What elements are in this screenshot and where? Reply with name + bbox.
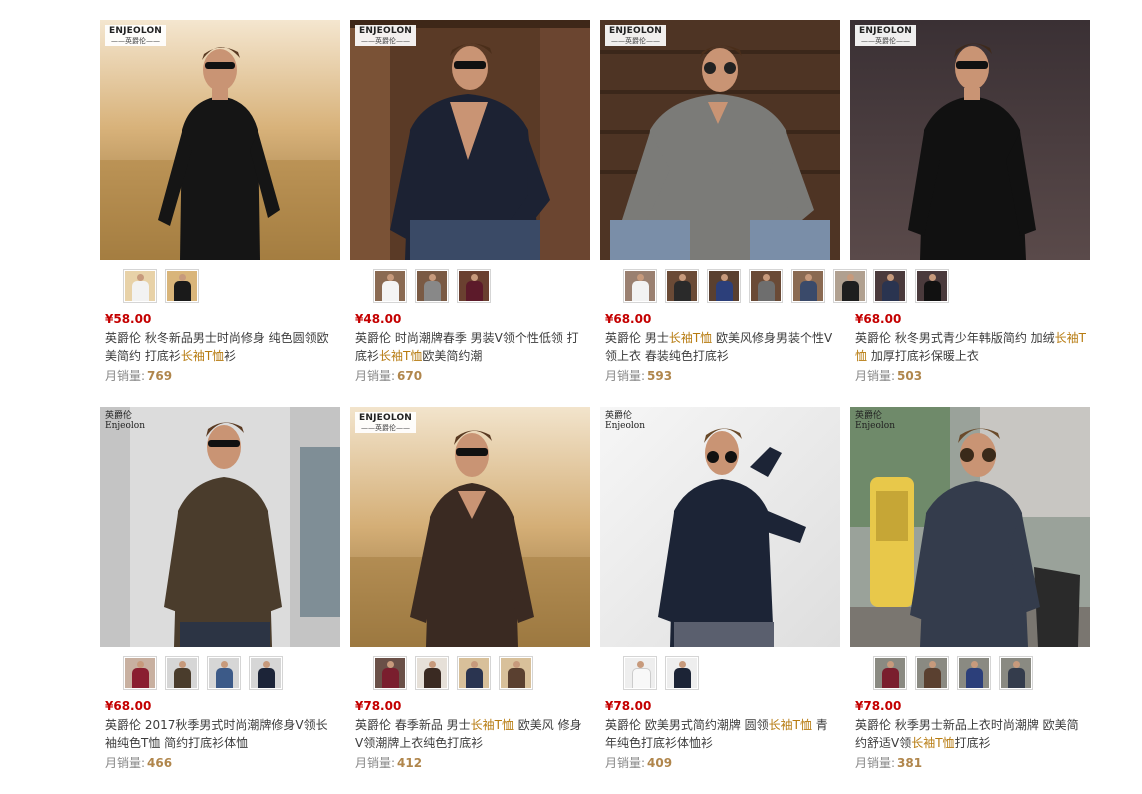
monthly-sales: 月销量: 503: [855, 369, 923, 383]
brand-logo: 英爵伦 Enjeolon: [855, 411, 895, 431]
color-swatch[interactable]: [123, 656, 157, 690]
color-swatch[interactable]: [249, 656, 283, 690]
brand-logo: ENJEOLON ——英爵伦——: [355, 25, 417, 46]
color-swatch[interactable]: [665, 656, 699, 690]
product-card: ENJEOLON ——英爵伦—— ¥68.00 英爵伦 男士长袖T恤 欧美风修身…: [600, 20, 867, 407]
product-price: ¥78.00: [605, 699, 652, 713]
product-title[interactable]: 英爵伦 男士长袖T恤 欧美风修身男装个性V领上衣 春装纯色打底衫: [605, 329, 837, 365]
monthly-sales: 月销量: 412: [355, 756, 423, 770]
product-price: ¥78.00: [355, 699, 402, 713]
brand-logo: 英爵伦 Enjeolon: [605, 411, 645, 431]
color-swatch[interactable]: [457, 269, 491, 303]
monthly-sales: 月销量: 593: [605, 369, 673, 383]
brand-logo: 英爵伦 Enjeolon: [105, 411, 145, 431]
product-image[interactable]: ENJEOLON ——英爵伦——: [600, 20, 840, 260]
monthly-sales: 月销量: 670: [355, 369, 423, 383]
color-swatches: [100, 269, 340, 303]
color-swatch[interactable]: [499, 656, 533, 690]
product-card: ENJEOLON ——英爵伦—— ¥78.00 英爵伦 春季新品 男士长袖T恤 …: [350, 407, 590, 794]
product-image[interactable]: ENJEOLON ——英爵伦——: [850, 20, 1090, 260]
color-swatches: [350, 656, 590, 690]
product-image[interactable]: ENJEOLON ——英爵伦——: [350, 20, 590, 260]
monthly-sales: 月销量: 381: [855, 756, 923, 770]
color-swatch[interactable]: [791, 269, 825, 303]
color-swatches: [600, 269, 867, 303]
brand-logo: ENJEOLON ——英爵伦——: [605, 25, 667, 46]
product-image[interactable]: 英爵伦 Enjeolon: [600, 407, 840, 647]
product-title[interactable]: 英爵伦 2017秋季男式时尚潮牌修身V领长袖纯色T恤 简约打底衫体恤: [105, 716, 337, 752]
color-swatches: [600, 656, 840, 690]
product-price: ¥58.00: [105, 312, 152, 326]
color-swatch[interactable]: [999, 656, 1033, 690]
color-swatch[interactable]: [873, 269, 907, 303]
product-title[interactable]: 英爵伦 秋冬男式青少年韩版简约 加绒长袖T恤 加厚打底衫保暖上衣: [855, 329, 1087, 365]
product-grid: ENJEOLON ——英爵伦—— ¥58.00 英爵伦 秋冬新品男士时尚修身 纯…: [100, 20, 1090, 794]
product-title[interactable]: 英爵伦 欧美男式简约潮牌 圆领长袖T恤 青年纯色打底衫体恤衫: [605, 716, 837, 752]
monthly-sales: 月销量: 409: [605, 756, 673, 770]
color-swatch[interactable]: [623, 656, 657, 690]
product-card: ENJEOLON ——英爵伦—— ¥68.00 英爵伦 秋冬男式青少年韩版简约 …: [850, 20, 1090, 407]
brand-logo: ENJEOLON ——英爵伦——: [355, 412, 417, 433]
product-card: ENJEOLON ——英爵伦—— ¥48.00 英爵伦 时尚潮牌春季 男装V领个…: [350, 20, 590, 407]
color-swatch[interactable]: [123, 269, 157, 303]
color-swatch[interactable]: [207, 656, 241, 690]
product-price: ¥68.00: [855, 312, 902, 326]
color-swatches: [100, 656, 340, 690]
color-swatch[interactable]: [873, 656, 907, 690]
product-card: ENJEOLON ——英爵伦—— ¥58.00 英爵伦 秋冬新品男士时尚修身 纯…: [100, 20, 340, 407]
product-card: 英爵伦 Enjeolon ¥78.00 英爵伦 秋季男士新品上衣时尚潮牌 欧美简…: [850, 407, 1090, 794]
product-title[interactable]: 英爵伦 秋季男士新品上衣时尚潮牌 欧美简约舒适V领长袖T恤打底衫: [855, 716, 1087, 752]
color-swatch[interactable]: [165, 269, 199, 303]
color-swatch[interactable]: [623, 269, 657, 303]
product-price: ¥68.00: [605, 312, 652, 326]
color-swatch[interactable]: [915, 656, 949, 690]
color-swatch[interactable]: [457, 656, 491, 690]
color-swatch[interactable]: [373, 269, 407, 303]
product-image[interactable]: 英爵伦 Enjeolon: [850, 407, 1090, 647]
color-swatches: [350, 269, 590, 303]
product-price: ¥78.00: [855, 699, 902, 713]
brand-logo: ENJEOLON ——英爵伦——: [855, 25, 917, 46]
color-swatch[interactable]: [373, 656, 407, 690]
monthly-sales: 月销量: 769: [105, 369, 173, 383]
color-swatch[interactable]: [415, 656, 449, 690]
product-title[interactable]: 英爵伦 时尚潮牌春季 男装V领个性低领 打底衫长袖T恤欧美简约潮: [355, 329, 587, 365]
product-image[interactable]: 英爵伦 Enjeolon: [100, 407, 340, 647]
color-swatch[interactable]: [749, 269, 783, 303]
brand-logo: ENJEOLON ——英爵伦——: [105, 25, 167, 46]
color-swatches: [850, 269, 1090, 303]
color-swatch[interactable]: [165, 656, 199, 690]
product-card: 英爵伦 Enjeolon ¥78.00 英爵伦 欧美男式简约潮牌 圆领长袖T恤 …: [600, 407, 840, 794]
color-swatch[interactable]: [415, 269, 449, 303]
product-title[interactable]: 英爵伦 春季新品 男士长袖T恤 欧美风 修身V领潮牌上衣纯色打底衫: [355, 716, 587, 752]
monthly-sales: 月销量: 466: [105, 756, 173, 770]
color-swatches: [850, 656, 1090, 690]
product-price: ¥68.00: [105, 699, 152, 713]
color-swatch[interactable]: [957, 656, 991, 690]
product-title[interactable]: 英爵伦 秋冬新品男士时尚修身 纯色圆领欧美简约 打底衫长袖T恤衫: [105, 329, 337, 365]
color-swatch[interactable]: [707, 269, 741, 303]
product-price: ¥48.00: [355, 312, 402, 326]
color-swatch[interactable]: [915, 269, 949, 303]
product-card: 英爵伦 Enjeolon ¥68.00 英爵伦 2017秋季男式时尚潮牌修身V领…: [100, 407, 340, 794]
product-image[interactable]: ENJEOLON ——英爵伦——: [100, 20, 340, 260]
product-image[interactable]: ENJEOLON ——英爵伦——: [350, 407, 590, 647]
color-swatch[interactable]: [665, 269, 699, 303]
